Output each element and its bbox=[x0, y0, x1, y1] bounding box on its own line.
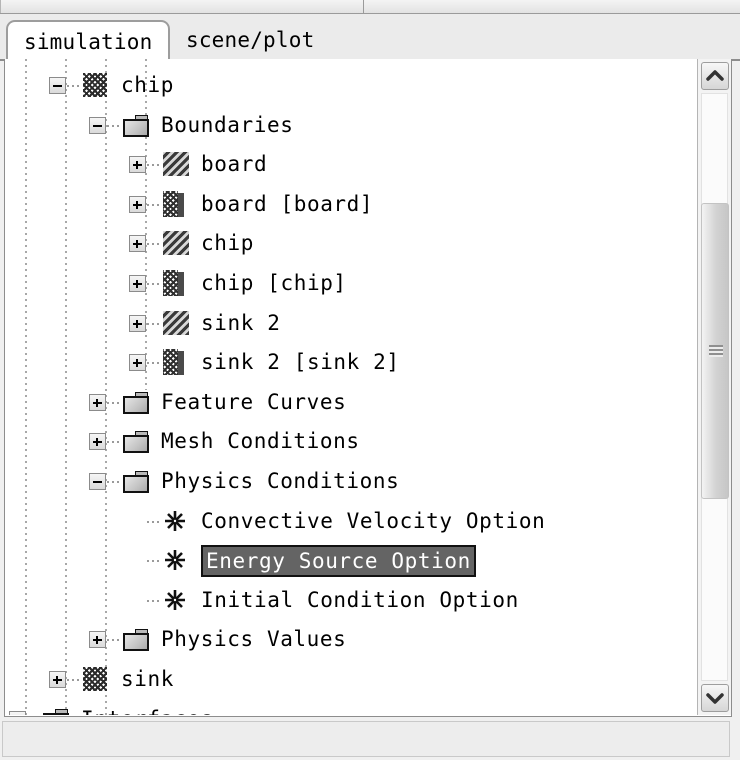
scroll-down-button[interactable] bbox=[701, 684, 729, 712]
tree-row[interactable]: Physics Values bbox=[5, 619, 697, 659]
tree-connector bbox=[147, 560, 161, 563]
grip-icon bbox=[709, 345, 723, 357]
tree-node-label[interactable]: chip bbox=[121, 72, 174, 98]
tree-row[interactable]: Interfaces bbox=[5, 699, 697, 715]
tree-node-label[interactable]: sink bbox=[121, 666, 174, 692]
tree-node-label[interactable]: Initial Condition Option bbox=[201, 587, 519, 613]
tree-panel: chip Boundaries board board [board] chip chip… bbox=[4, 59, 732, 717]
tree-row[interactable]: chip [chip] bbox=[5, 263, 697, 303]
expand-node-button[interactable] bbox=[89, 393, 106, 411]
tree-connector bbox=[147, 203, 161, 206]
tree-row[interactable]: Convective Velocity Option bbox=[5, 501, 697, 541]
tree-row[interactable]: sink bbox=[5, 659, 697, 699]
folder-icon bbox=[123, 471, 149, 493]
tree-connector bbox=[147, 599, 161, 602]
tree-node-label[interactable]: Mesh Conditions bbox=[161, 428, 360, 454]
collapse-node-button[interactable] bbox=[49, 77, 66, 94]
tree-vertical-scrollbar[interactable] bbox=[697, 59, 731, 715]
tree-connector bbox=[147, 520, 161, 523]
boundary-icon bbox=[163, 231, 189, 256]
tree-row[interactable]: Feature Curves bbox=[5, 382, 697, 422]
tree-node-label[interactable]: board bbox=[201, 151, 267, 177]
tree-row[interactable]: Physics Conditions bbox=[5, 461, 697, 501]
expand-node-button[interactable] bbox=[89, 631, 106, 649]
boundary-icon bbox=[163, 310, 189, 335]
tree-row[interactable]: board [board] bbox=[5, 184, 697, 224]
interface-icon bbox=[163, 190, 185, 217]
region-icon bbox=[83, 73, 107, 97]
expand-node-button[interactable] bbox=[129, 195, 146, 213]
boundary-icon bbox=[163, 152, 189, 177]
collapse-node-button[interactable] bbox=[89, 116, 106, 134]
toolbar-segment-right bbox=[364, 0, 740, 13]
tree-connector bbox=[147, 322, 161, 325]
tree-row[interactable]: sink 2 [sink 2] bbox=[5, 342, 697, 382]
interface-icon bbox=[163, 270, 185, 296]
toolbar-segment-left bbox=[0, 0, 364, 13]
folder-icon bbox=[123, 114, 149, 137]
tree-browser-window: simulation scene/plot chip Boundaries boar… bbox=[0, 0, 740, 760]
tree-node-label[interactable]: Physics Conditions bbox=[161, 468, 399, 494]
tree-node-label[interactable]: Physics Values bbox=[161, 626, 346, 652]
tree-row[interactable]: Boundaries bbox=[5, 105, 697, 145]
tree-row[interactable]: chip bbox=[5, 223, 697, 263]
tree-node-label[interactable]: chip [chip] bbox=[201, 270, 347, 296]
expand-node-button[interactable] bbox=[129, 314, 146, 332]
tree-row[interactable]: Initial Condition Option bbox=[5, 580, 697, 620]
tree-connector bbox=[107, 639, 121, 642]
tree-node-label[interactable]: Feature Curves bbox=[161, 389, 346, 415]
tree-node-label[interactable]: board [board] bbox=[201, 191, 373, 217]
expand-node-button[interactable] bbox=[49, 671, 66, 688]
expand-node-button[interactable] bbox=[9, 710, 26, 715]
tree-connector bbox=[147, 164, 161, 167]
tree-connector bbox=[107, 124, 121, 127]
physics-icon bbox=[163, 548, 187, 572]
expand-node-button[interactable] bbox=[129, 354, 146, 372]
tree-node-label[interactable]: chip bbox=[201, 230, 254, 256]
tree-row[interactable]: sink 2 bbox=[5, 303, 697, 343]
tree-row[interactable]: board bbox=[5, 144, 697, 184]
tree-connector bbox=[147, 362, 161, 365]
tree-row[interactable]: Mesh Conditions bbox=[5, 421, 697, 461]
tree-connector bbox=[107, 401, 121, 404]
bottom-bar bbox=[2, 721, 730, 757]
tree-node-label[interactable]: Boundaries bbox=[161, 112, 293, 138]
expand-node-button[interactable] bbox=[129, 156, 146, 174]
tree-node-label[interactable]: Interfaces bbox=[81, 706, 213, 715]
physics-icon bbox=[163, 509, 187, 533]
tree-connector bbox=[147, 283, 161, 285]
expand-node-button[interactable] bbox=[129, 235, 146, 253]
tree-connector bbox=[67, 85, 81, 87]
folder-icon bbox=[123, 629, 149, 652]
physics-icon bbox=[163, 588, 187, 612]
tree-node-label[interactable]: Convective Velocity Option bbox=[201, 508, 545, 534]
tree-node-label-selected[interactable]: Energy Source Option bbox=[201, 545, 476, 578]
tree-node-label[interactable]: sink 2 bbox=[201, 310, 280, 336]
scroll-up-button[interactable] bbox=[701, 62, 729, 90]
expand-node-button[interactable] bbox=[129, 275, 146, 292]
tree-connector bbox=[107, 481, 121, 483]
toolbar-strip bbox=[0, 0, 740, 14]
interface-icon bbox=[163, 349, 185, 376]
scroll-thumb[interactable] bbox=[701, 203, 729, 499]
folder-icon bbox=[123, 431, 149, 454]
tree-connector bbox=[107, 441, 121, 444]
folder-icon bbox=[43, 708, 69, 715]
tree-row[interactable]: Energy Source Option bbox=[5, 540, 697, 580]
tree-connector bbox=[147, 243, 161, 246]
tree-viewport[interactable]: chip Boundaries board board [board] chip chip… bbox=[5, 59, 697, 715]
tab-simulation[interactable]: simulation bbox=[6, 20, 171, 61]
region-icon bbox=[83, 667, 107, 691]
tree-node-label[interactable]: sink 2 [sink 2] bbox=[201, 349, 400, 375]
tab-bar: simulation scene/plot bbox=[0, 14, 740, 61]
tree-connector bbox=[67, 679, 81, 681]
collapse-node-button[interactable] bbox=[89, 473, 106, 490]
tab-scene-plot[interactable]: scene/plot bbox=[178, 20, 322, 61]
tree-row[interactable]: chip bbox=[5, 65, 697, 105]
folder-icon bbox=[123, 391, 149, 414]
expand-node-button[interactable] bbox=[89, 433, 106, 451]
